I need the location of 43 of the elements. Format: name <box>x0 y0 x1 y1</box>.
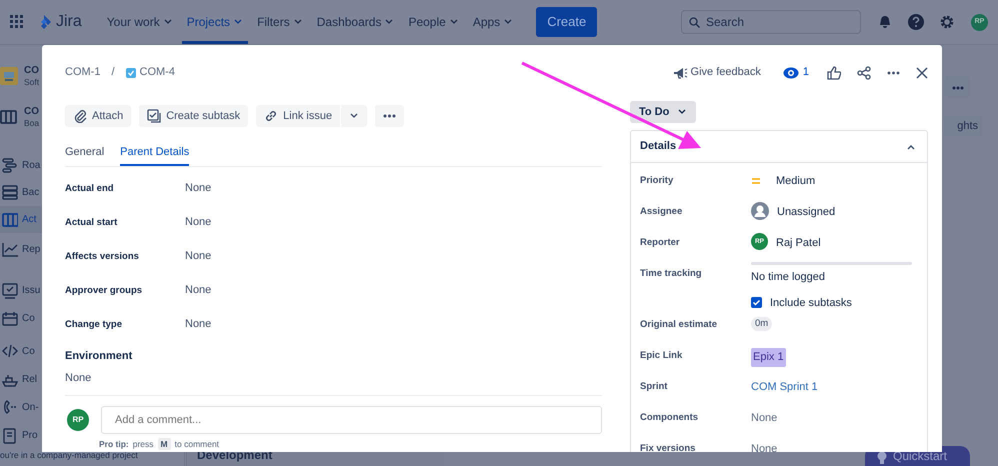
field-value: None <box>751 442 778 452</box>
field-value: None <box>185 181 212 196</box>
field-label: Actual start <box>65 216 118 230</box>
field-label: Approver groups <box>65 284 144 298</box>
user-avatar: RP <box>67 408 89 430</box>
project-name: CO <box>24 104 40 118</box>
breadcrumb-separator: / <box>111 65 115 80</box>
tip-text: to comment <box>174 438 220 450</box>
logo-text: Jira <box>56 12 82 32</box>
field-label: Original estimate <box>640 318 718 332</box>
project-type: Boa <box>24 118 40 129</box>
field-label: Sprint <box>640 380 668 394</box>
field-label: Epic Link <box>640 349 684 363</box>
field-label: Change type <box>65 318 124 332</box>
checkbox-label: Include subtasks <box>770 296 852 310</box>
field-value: None <box>65 370 602 396</box>
field-value: Unassigned <box>777 205 836 220</box>
field-label: Time tracking <box>640 267 703 281</box>
field-label: Assignee <box>640 205 684 219</box>
field-value: None <box>751 411 778 426</box>
project-name: CO <box>24 64 40 77</box>
field-value: Medium <box>776 174 816 189</box>
field-value: None <box>185 283 212 298</box>
field-label: Fix versions <box>640 442 696 452</box>
keyboard-key: M <box>158 438 171 450</box>
field-label: Priority <box>640 174 674 188</box>
project-type: Soft <box>24 76 40 88</box>
project-footer-text: ou're in a company-managed project <box>0 449 139 462</box>
field-label: Affects versions <box>65 250 140 264</box>
field-label: Reporter <box>640 236 681 250</box>
estimate-pill: 0m <box>751 317 772 332</box>
field-value: Raj Patel <box>776 236 821 251</box>
tip-text: Pro tip: <box>99 438 129 450</box>
field-value: No time logged <box>751 270 825 285</box>
section-heading: Environment <box>65 348 134 364</box>
field-value: None <box>185 249 212 264</box>
field-value: None <box>185 215 212 230</box>
tip-text: press <box>132 438 154 450</box>
field-label: Actual end <box>65 182 115 196</box>
panel-title: Details <box>640 139 676 154</box>
field-label: Components <box>640 411 700 425</box>
field-value: None <box>185 317 212 332</box>
column-title: Development <box>197 448 272 464</box>
